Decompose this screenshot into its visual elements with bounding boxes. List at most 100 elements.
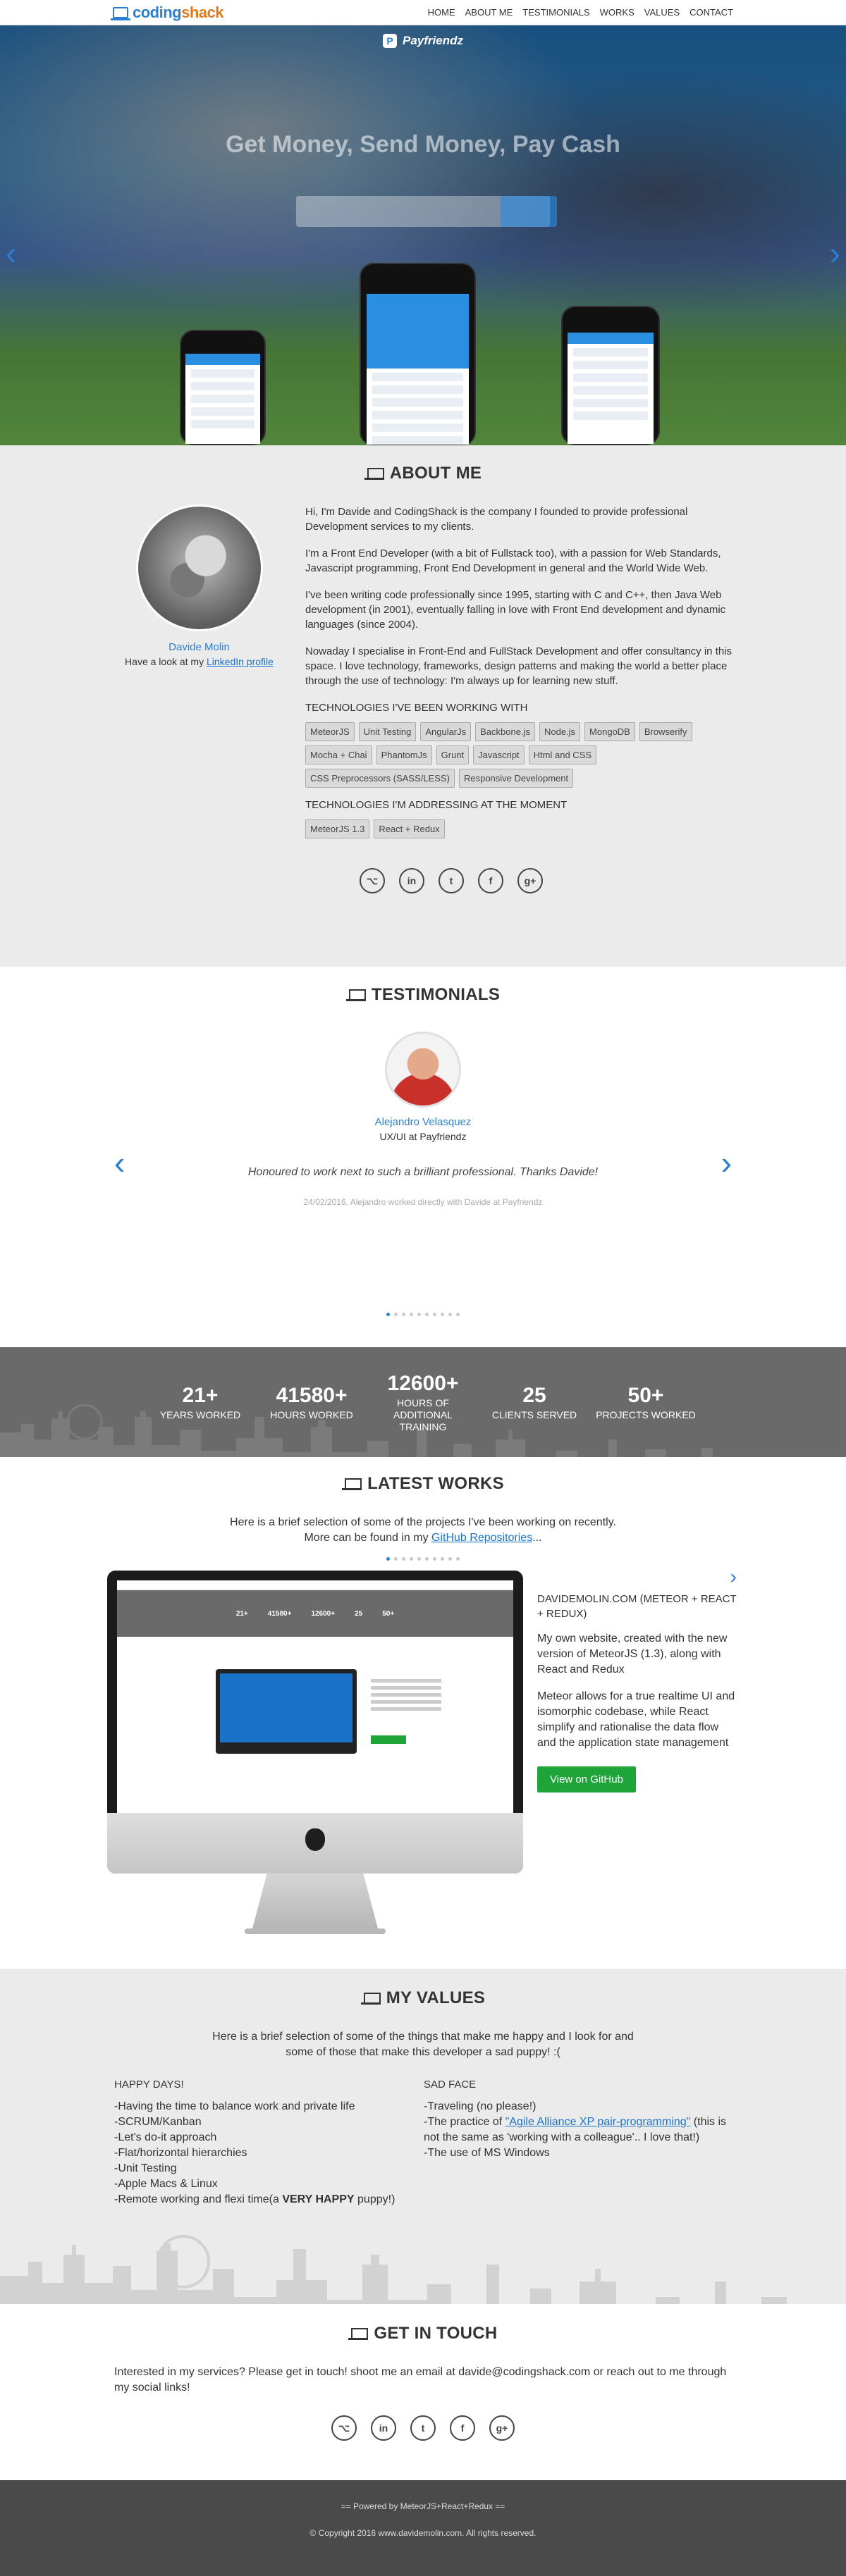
pagination-dot[interactable]: [402, 1313, 405, 1316]
pagination-dot[interactable]: [410, 1313, 413, 1316]
imac-screenshot: 21+ 41580+ 12600+ 25 50+: [107, 1571, 523, 1937]
twitter-icon[interactable]: t: [439, 868, 464, 893]
nav-works[interactable]: WORKS: [600, 7, 634, 18]
pagination-dot[interactable]: [394, 1557, 398, 1561]
pagination-dot[interactable]: [402, 1557, 405, 1561]
stat-clients: 25 Clients served: [491, 1383, 577, 1420]
view-on-github-button[interactable]: View on GitHub: [537, 1766, 636, 1792]
linkedin-icon[interactable]: in: [399, 868, 424, 893]
pagination-dot[interactable]: [386, 1557, 390, 1561]
phone-mockup-right: [561, 306, 660, 445]
about-social-links: ⌥ in t f g+: [0, 868, 846, 893]
hero-app-bar: P Payfriendz: [0, 25, 846, 56]
hero-search-button: [501, 196, 557, 227]
pagination-dot[interactable]: [425, 1313, 429, 1316]
pagination-dot[interactable]: [394, 1313, 398, 1316]
pair-programming-link[interactable]: "Agile Alliance XP pair-programming": [505, 2116, 691, 2128]
github-repositories-link[interactable]: GitHub Repositories: [431, 1532, 532, 1544]
profile-card: Davide Molin Have a look at my LinkedIn …: [116, 504, 282, 848]
testimonial-name: Alejandro Velasquez: [374, 1116, 472, 1128]
works-next-arrow[interactable]: ›: [730, 1567, 737, 1587]
pagination-dot[interactable]: [425, 1557, 429, 1561]
google-plus-icon[interactable]: g+: [517, 868, 543, 893]
about-paragraph: Nowaday I specialise in Front-End and Fu…: [305, 645, 732, 687]
tech-tag: Unit Testing: [358, 722, 417, 741]
nav-about[interactable]: ABOUT ME: [465, 7, 513, 18]
pagination-dot[interactable]: [456, 1313, 460, 1316]
about-paragraph: I'm a Front End Developer (with a bit of…: [305, 547, 721, 574]
pagination-dot[interactable]: [433, 1313, 436, 1316]
testimonial-next-arrow[interactable]: ›: [721, 1146, 732, 1179]
about-section: About me Davide Molin Have a look at my …: [0, 445, 846, 967]
nav-contact[interactable]: CONTACT: [689, 7, 733, 18]
tech-tag: Backbone.js: [475, 722, 535, 741]
stat-projects: 50+ Projects worked: [596, 1383, 696, 1420]
pagination-dot[interactable]: [448, 1557, 452, 1561]
linkedin-icon[interactable]: in: [371, 2415, 396, 2441]
work-title: DAVIDEMOLIN.COM (METEOR + REACT + REDUX): [537, 1593, 737, 1620]
addressing-heading: Technologies I'm addressing at the momen…: [305, 799, 568, 811]
testimonials-title: Testimonials: [0, 985, 846, 1005]
pagination-dot[interactable]: [441, 1313, 444, 1316]
pagination-dot[interactable]: [456, 1557, 460, 1561]
pagination-dot[interactable]: [433, 1557, 436, 1561]
city-skyline: [0, 2235, 829, 2304]
work-description: My own website, created with the new ver…: [537, 1633, 728, 1676]
about-paragraph: I've been writing code professionally si…: [305, 589, 726, 631]
hero-app-name: Payfriendz: [403, 34, 463, 47]
hero-headline: Get Money, Send Money, Pay Cash: [226, 131, 620, 158]
list-item: -Flat/horizontal hierarchies: [114, 2147, 247, 2159]
tech-tag: MeteorJS: [305, 722, 355, 741]
brand-logo[interactable]: codingshack: [111, 3, 223, 22]
facebook-icon[interactable]: f: [450, 2415, 475, 2441]
github-icon[interactable]: ⌥: [360, 868, 385, 893]
hero-prev-arrow[interactable]: ‹: [6, 237, 16, 269]
work-info: DAVIDEMOLIN.COM (METEOR + REACT + REDUX)…: [523, 1571, 740, 1937]
pagination-dot[interactable]: [417, 1557, 421, 1561]
stats-band: 21+ Years worked 41580+ Hours worked 126…: [0, 1347, 846, 1457]
nav-values[interactable]: VALUES: [644, 7, 680, 18]
pagination-dot[interactable]: [441, 1557, 444, 1561]
tech-tag: Node.js: [539, 722, 581, 741]
facebook-icon[interactable]: f: [478, 868, 503, 893]
addressing-tags: MeteorJS 1.3 React + Redux: [305, 819, 733, 838]
stat-hours: 41580+ Hours worked: [270, 1383, 353, 1420]
github-icon[interactable]: ⌥: [331, 2415, 357, 2441]
google-plus-icon[interactable]: g+: [489, 2415, 515, 2441]
tech-tag: MongoDB: [584, 722, 635, 741]
avatar: [135, 504, 263, 631]
contact-social-links: ⌥ in t f g+: [0, 2415, 846, 2441]
laptop-icon: [348, 2327, 369, 2341]
testimonial-pagination: [0, 1313, 846, 1316]
twitter-icon[interactable]: t: [410, 2415, 436, 2441]
list-item: -The use of MS Windows: [424, 2147, 550, 2159]
pagination-dot[interactable]: [417, 1313, 421, 1316]
works-title: Latest works: [0, 1474, 846, 1494]
pagination-dot[interactable]: [410, 1557, 413, 1561]
works-intro: Here is a brief selection of some of the…: [230, 1516, 616, 1544]
phone-mockup-center: [360, 263, 476, 445]
linkedin-profile-link[interactable]: LinkedIn profile: [207, 656, 274, 667]
brand-part1: coding: [133, 3, 182, 21]
sad-heading: SAD FACE: [424, 2079, 477, 2091]
sad-column: SAD FACE -Traveling (no please!) -The pr…: [424, 2079, 733, 2207]
tech-tag: Grunt: [436, 745, 470, 764]
testimonial-meta: 24/02/2016, Alejandro worked directly wi…: [303, 1197, 543, 1207]
tech-tag: AngularJs: [420, 722, 472, 741]
laptop-icon: [360, 1991, 381, 2005]
testimonial-prev-arrow[interactable]: ‹: [114, 1146, 125, 1179]
nav-testimonials[interactable]: TESTIMONIALS: [522, 7, 589, 18]
works-section: Latest works Here is a brief selection o…: [0, 1457, 846, 1969]
nav-home[interactable]: HOME: [428, 7, 455, 18]
works-pagination: [0, 1557, 846, 1561]
tech-tag: Javascript: [473, 745, 525, 764]
testimonial-quote: Honoured to work next to such a brillian…: [247, 1166, 599, 1178]
contact-title: Get in touch: [0, 2324, 846, 2343]
hero-next-arrow[interactable]: ›: [830, 237, 840, 269]
list-item: -The practice of "Agile Alliance XP pair…: [424, 2116, 727, 2143]
tech-tag: Responsive Development: [458, 769, 574, 788]
list-item: -Remote working and flexi time(a VERY HA…: [114, 2193, 396, 2205]
testimonial-avatar: [385, 1032, 461, 1108]
pagination-dot[interactable]: [386, 1313, 390, 1316]
pagination-dot[interactable]: [448, 1313, 452, 1316]
